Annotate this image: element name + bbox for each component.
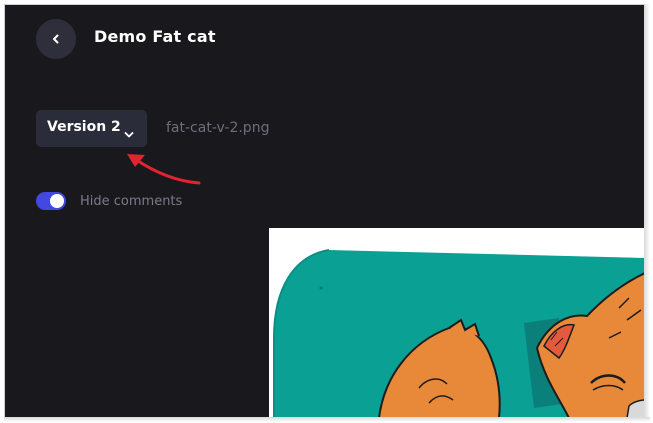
chevron-left-icon [50, 33, 62, 45]
image-preview [269, 228, 644, 417]
red-arrow-icon [121, 145, 211, 193]
hide-comments-toggle[interactable] [36, 192, 66, 210]
version-dropdown[interactable]: Version 2 [36, 110, 147, 147]
version-dropdown-label: Version 2 [47, 119, 121, 135]
chevron-down-icon [124, 124, 134, 143]
toggle-knob [50, 194, 64, 208]
file-name: fat-cat-v-2.png [166, 120, 270, 136]
back-button[interactable] [36, 19, 76, 59]
window-shadow-bottom [4, 417, 650, 422]
app-window: Demo Fat cat Version 2 fat-cat-v-2.png H… [4, 4, 645, 418]
hide-comments-label: Hide comments [80, 194, 183, 209]
page-title: Demo Fat cat [94, 27, 216, 46]
window-shadow-right [644, 4, 650, 418]
fat-cat-illustration [273, 249, 644, 417]
